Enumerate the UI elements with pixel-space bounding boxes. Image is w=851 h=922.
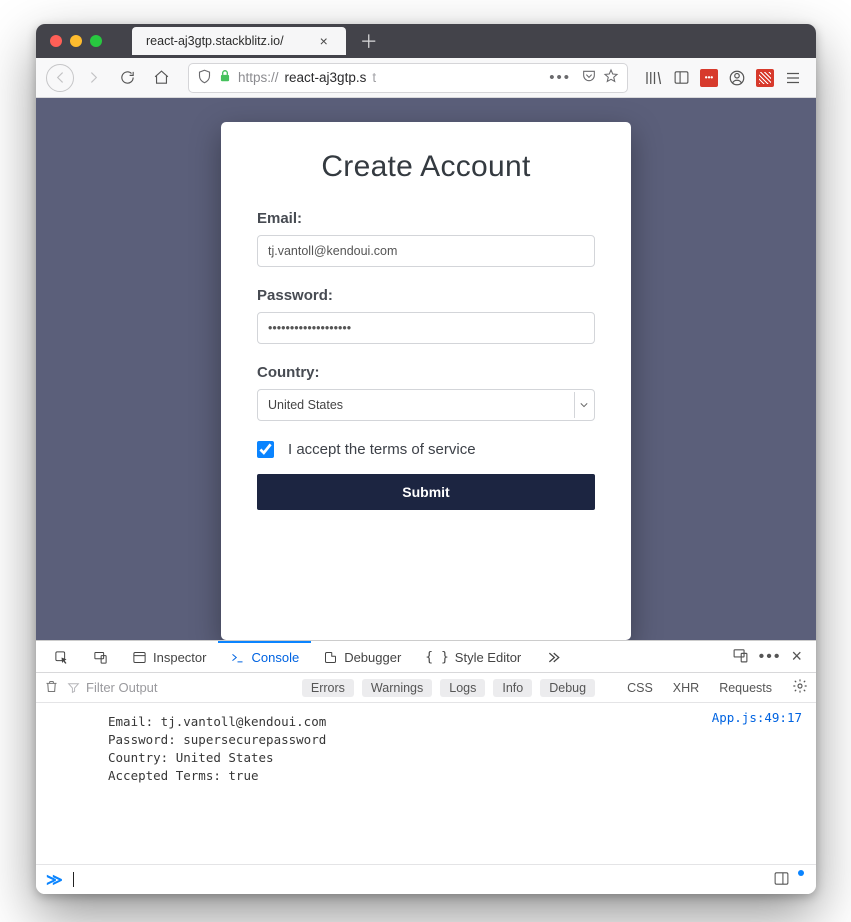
lock-icon (218, 69, 232, 86)
page-content: Create Account Email: Password: Country:… (36, 98, 816, 640)
log-line: Email: tj.vantoll@kendoui.com (108, 713, 800, 731)
dock-side-icon[interactable] (732, 647, 749, 667)
log-line: Accepted Terms: true (108, 767, 800, 785)
filter-requests[interactable]: Requests (713, 681, 778, 695)
clear-console-icon[interactable] (44, 679, 59, 697)
devtools-close-icon[interactable]: × (791, 646, 802, 667)
filter-info[interactable]: Info (493, 679, 532, 697)
tab-console[interactable]: Console (218, 641, 311, 672)
terms-checkbox[interactable] (257, 441, 274, 458)
reload-button[interactable] (112, 63, 142, 93)
split-console-icon[interactable] (773, 870, 790, 890)
sidebar-icon[interactable] (668, 65, 694, 91)
responsive-mode-button[interactable] (81, 641, 120, 672)
browser-toolbar: https:// react-aj3gtp.s t ••• ••• (36, 58, 816, 98)
extension-lastpass-icon[interactable]: ••• (696, 65, 722, 91)
password-input[interactable] (257, 312, 595, 344)
pocket-icon[interactable] (581, 68, 597, 87)
country-select[interactable]: United States (257, 389, 595, 421)
tabs-overflow-button[interactable] (533, 641, 572, 672)
url-host: react-aj3gtp.s (285, 70, 367, 85)
toolbar-right: ••• (640, 65, 806, 91)
submit-button[interactable]: Submit (257, 474, 595, 510)
forward-button[interactable] (78, 63, 108, 93)
email-input[interactable] (257, 235, 595, 267)
window-close-button[interactable] (50, 35, 62, 47)
email-label: Email: (257, 210, 595, 227)
home-button[interactable] (146, 63, 176, 93)
email-field-group: Email: (257, 210, 595, 267)
account-icon[interactable] (724, 65, 750, 91)
window-zoom-button[interactable] (90, 35, 102, 47)
source-link[interactable]: App.js:49:17 (712, 709, 802, 727)
bookmark-star-icon[interactable] (603, 68, 619, 87)
element-picker[interactable] (42, 641, 81, 672)
new-tab-button[interactable]: ＋ (356, 28, 382, 54)
console-input-row[interactable]: ≫ (36, 864, 816, 894)
address-bar[interactable]: https:// react-aj3gtp.s t ••• (188, 63, 628, 93)
notification-dot-icon (798, 870, 804, 876)
window-minimize-button[interactable] (70, 35, 82, 47)
console-output: App.js:49:17 Email: tj.vantoll@kendoui.c… (36, 703, 816, 864)
console-filter-bar: Filter Output Errors Warnings Logs Info … (36, 673, 816, 703)
filter-logs[interactable]: Logs (440, 679, 485, 697)
page-title: Create Account (257, 150, 595, 184)
page-actions-icon[interactable]: ••• (549, 69, 571, 86)
traffic-lights (50, 35, 102, 47)
tab-inspector[interactable]: Inspector (120, 641, 218, 672)
tab-title: react-aj3gtp.stackblitz.io/ (146, 34, 284, 48)
browser-tab[interactable]: react-aj3gtp.stackblitz.io/ × (132, 27, 346, 55)
browser-window: react-aj3gtp.stackblitz.io/ × ＋ https://… (36, 24, 816, 894)
devtools-tabbar: Inspector Console Debugger { }Style Edit… (36, 641, 816, 673)
shield-icon[interactable] (197, 69, 212, 87)
library-icon[interactable] (640, 65, 666, 91)
filter-input[interactable]: Filter Output (67, 680, 158, 695)
log-line: Password: supersecurepassword (108, 731, 800, 749)
gear-icon[interactable] (792, 678, 808, 697)
menu-button[interactable] (780, 65, 806, 91)
tab-style-editor[interactable]: { }Style Editor (413, 641, 533, 672)
terms-label: I accept the terms of service (288, 441, 476, 458)
extension-icon[interactable] (752, 65, 778, 91)
password-field-group: Password: (257, 287, 595, 344)
country-field-group: Country: United States (257, 364, 595, 421)
prompt-icon: ≫ (46, 870, 63, 890)
country-label: Country: (257, 364, 595, 381)
country-value: United States (268, 398, 574, 412)
back-button[interactable] (46, 64, 74, 92)
log-line: Country: United States (108, 749, 800, 767)
chevron-down-icon[interactable] (574, 392, 592, 418)
url-rest: t (372, 70, 376, 85)
tab-debugger[interactable]: Debugger (311, 641, 413, 672)
terms-row: I accept the terms of service (257, 441, 595, 458)
signup-card: Create Account Email: Password: Country:… (221, 122, 631, 640)
filter-css[interactable]: CSS (621, 681, 659, 695)
password-label: Password: (257, 287, 595, 304)
filter-xhr[interactable]: XHR (667, 681, 705, 695)
more-options-icon[interactable]: ••• (759, 648, 782, 666)
url-protocol: https:// (238, 70, 279, 85)
filter-debug[interactable]: Debug (540, 679, 595, 697)
input-caret (73, 872, 74, 887)
tab-close-icon[interactable]: × (320, 33, 328, 49)
devtools: Inspector Console Debugger { }Style Edit… (36, 640, 816, 894)
filter-warnings[interactable]: Warnings (362, 679, 432, 697)
filter-errors[interactable]: Errors (302, 679, 354, 697)
tab-bar: react-aj3gtp.stackblitz.io/ × ＋ (36, 24, 816, 58)
